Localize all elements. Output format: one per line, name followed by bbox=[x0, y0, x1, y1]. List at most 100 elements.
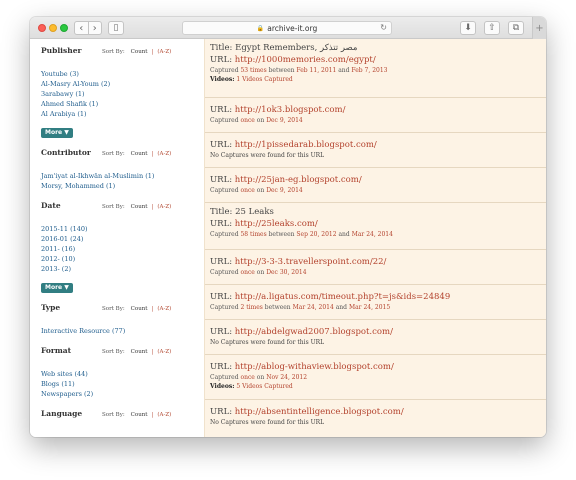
publisher-more-button[interactable]: More ▼ bbox=[41, 128, 73, 138]
facet-item[interactable]: Morsy, Mohammed (1) bbox=[41, 181, 204, 191]
last-capture-link[interactable]: Mar 24, 2015 bbox=[349, 304, 390, 311]
sort-az-link[interactable]: (A-Z) bbox=[157, 412, 171, 418]
result-url-link[interactable]: http://abdelgwad2007.blogspot.com/ bbox=[235, 327, 393, 337]
sort-by-label: Sort By: bbox=[102, 151, 125, 157]
date-more-button[interactable]: More ▼ bbox=[41, 283, 73, 293]
facet-list: 2015-11 (140) 2016-01 (24) 2011- (16) 20… bbox=[41, 224, 204, 274]
sort-count-link[interactable]: Count bbox=[131, 49, 148, 55]
facet-item[interactable]: Al Arabiya (1) bbox=[41, 109, 204, 119]
page-content: Publisher Sort By: Count | (A-Z) Youtube… bbox=[30, 39, 546, 437]
url-label: URL: bbox=[210, 292, 233, 302]
captured-label: Captured bbox=[210, 304, 239, 311]
sort-az-link[interactable]: (A-Z) bbox=[157, 49, 171, 55]
facet-item[interactable]: Ahmed Shafik (1) bbox=[41, 99, 204, 109]
result-url: URL: http://25leaks.com/ bbox=[210, 218, 546, 230]
first-capture-link[interactable]: Feb 11, 2011 bbox=[296, 67, 336, 74]
facet-item[interactable]: Youtube (3) bbox=[41, 69, 204, 79]
result-url-link[interactable]: http://a.ligatus.com/timeout.php?t=js&id… bbox=[235, 292, 450, 302]
tabs-overview-icon[interactable]: ⧉ bbox=[508, 21, 524, 35]
new-tab-icon[interactable]: + bbox=[532, 17, 546, 39]
minimize-window-button[interactable] bbox=[49, 24, 57, 32]
sort-separator: | bbox=[151, 49, 154, 55]
result-url: URL: http://ablog-withaview.blogspot.com… bbox=[210, 361, 546, 373]
result-item: URL: http://1ok3.blogspot.com/ Captured … bbox=[205, 98, 546, 133]
sort-count-link[interactable]: Count bbox=[131, 204, 148, 210]
first-capture-link[interactable]: Sep 20, 2012 bbox=[296, 231, 336, 238]
last-capture-link[interactable]: Mar 24, 2014 bbox=[352, 231, 393, 238]
facet-contributor: Contributor Sort By: Count | (A-Z) Jam'i… bbox=[41, 148, 204, 191]
capture-date-link[interactable]: Dec 9, 2014 bbox=[266, 117, 303, 124]
result-url: URL: http://3-3-3.travellerspoint.com/22… bbox=[210, 256, 546, 268]
capture-count-link[interactable]: once bbox=[240, 374, 254, 381]
facet-item[interactable]: 3arabawy (1) bbox=[41, 89, 204, 99]
facet-item[interactable]: 2013- (2) bbox=[41, 264, 204, 274]
result-url-link[interactable]: http://25leaks.com/ bbox=[235, 219, 318, 229]
sort-count-link[interactable]: Count bbox=[131, 151, 148, 157]
facet-language: Language Sort By: Count | (A-Z) bbox=[41, 409, 204, 423]
sort-az-link[interactable]: (A-Z) bbox=[157, 204, 171, 210]
download-icon[interactable]: ⬇ bbox=[460, 21, 476, 35]
capture-count-link[interactable]: once bbox=[240, 187, 254, 194]
sort-az-link[interactable]: (A-Z) bbox=[157, 151, 171, 157]
sort-by-label: Sort By: bbox=[102, 412, 125, 418]
sort-count-link[interactable]: Count bbox=[131, 412, 148, 418]
facet-list: Web sites (44) Blogs (11) Newspapers (2) bbox=[41, 369, 204, 399]
videos-link[interactable]: 1 Videos Captured bbox=[236, 76, 292, 83]
close-window-button[interactable] bbox=[38, 24, 46, 32]
result-url-link[interactable]: http://25jan-eg.blogspot.com/ bbox=[235, 175, 362, 185]
last-capture-link[interactable]: Feb 7, 2013 bbox=[351, 67, 387, 74]
facet-title: Format bbox=[41, 346, 72, 355]
result-url-link[interactable]: http://ablog-withaview.blogspot.com/ bbox=[235, 362, 394, 372]
facet-item[interactable]: 2016-01 (24) bbox=[41, 234, 204, 244]
facet-item[interactable]: 2015-11 (140) bbox=[41, 224, 204, 234]
share-icon[interactable]: ⇧ bbox=[484, 21, 500, 35]
capture-date-link[interactable]: Dec 30, 2014 bbox=[266, 269, 306, 276]
and-label: and bbox=[338, 67, 350, 74]
sort-count-link[interactable]: Count bbox=[131, 306, 148, 312]
result-url-link[interactable]: http://3-3-3.travellerspoint.com/22/ bbox=[235, 257, 387, 267]
facet-title: Type bbox=[41, 303, 61, 312]
capture-count-link[interactable]: 53 times bbox=[240, 67, 266, 74]
sort-separator: | bbox=[151, 412, 154, 418]
capture-date-link[interactable]: Dec 9, 2014 bbox=[266, 187, 303, 194]
facet-item[interactable]: Newspapers (2) bbox=[41, 389, 204, 399]
capture-count-link[interactable]: once bbox=[240, 117, 254, 124]
capture-count-link[interactable]: 58 times bbox=[240, 231, 266, 238]
forward-arrow-icon[interactable]: › bbox=[87, 22, 102, 34]
back-arrow-icon[interactable]: ‹ bbox=[75, 22, 88, 34]
facet-type: Type Sort By: Count | (A-Z) Interactive … bbox=[41, 303, 204, 336]
result-url-link[interactable]: http://absentintelligence.blogspot.com/ bbox=[235, 407, 404, 417]
sort-controls: Sort By: Count | (A-Z) bbox=[102, 204, 171, 210]
facet-header: Date Sort By: Count | (A-Z) bbox=[41, 201, 204, 215]
videos-link[interactable]: 5 Videos Captured bbox=[236, 383, 292, 390]
address-bar[interactable]: 🔒 archive-it.org ↻ bbox=[182, 21, 392, 35]
result-title: Title: Egypt Remembers, مصر تتذكر bbox=[210, 43, 358, 53]
sort-count-link[interactable]: Count bbox=[131, 349, 148, 355]
result-url-link[interactable]: http://1000memories.com/egypt/ bbox=[235, 55, 376, 65]
facet-item[interactable]: Al-Masry Al-Youm (2) bbox=[41, 79, 204, 89]
capture-count-link[interactable]: once bbox=[240, 269, 254, 276]
result-url: URL: http://1ok3.blogspot.com/ bbox=[210, 104, 546, 116]
result-url-link[interactable]: http://1ok3.blogspot.com/ bbox=[235, 105, 346, 115]
facet-item[interactable]: Blogs (11) bbox=[41, 379, 204, 389]
facet-item[interactable]: Web sites (44) bbox=[41, 369, 204, 379]
nav-buttons: ‹ › bbox=[74, 21, 102, 35]
sidebar-toggle-icon[interactable]: ▯ bbox=[108, 21, 124, 35]
facet-item[interactable]: 2012- (10) bbox=[41, 254, 204, 264]
sort-az-link[interactable]: (A-Z) bbox=[157, 349, 171, 355]
facet-item[interactable]: Interactive Resource (77) bbox=[41, 326, 204, 336]
between-label: between bbox=[268, 231, 295, 238]
sort-separator: | bbox=[151, 151, 154, 157]
and-label: and bbox=[338, 231, 350, 238]
first-capture-link[interactable]: Mar 24, 2014 bbox=[293, 304, 334, 311]
result-url-link[interactable]: http://1pissedarab.blogspot.com/ bbox=[235, 140, 377, 150]
url-label: URL: bbox=[210, 105, 233, 115]
facet-item[interactable]: Jam'iyat al-Ikhwān al-Muslimin (1) bbox=[41, 171, 204, 181]
capture-date-link[interactable]: Nov 24, 2012 bbox=[266, 374, 307, 381]
sort-az-link[interactable]: (A-Z) bbox=[157, 306, 171, 312]
facet-item[interactable]: 2011- (16) bbox=[41, 244, 204, 254]
reload-icon[interactable]: ↻ bbox=[380, 23, 387, 32]
capture-count-link[interactable]: 2 times bbox=[240, 304, 262, 311]
address-text: archive-it.org bbox=[267, 23, 318, 33]
zoom-window-button[interactable] bbox=[60, 24, 68, 32]
